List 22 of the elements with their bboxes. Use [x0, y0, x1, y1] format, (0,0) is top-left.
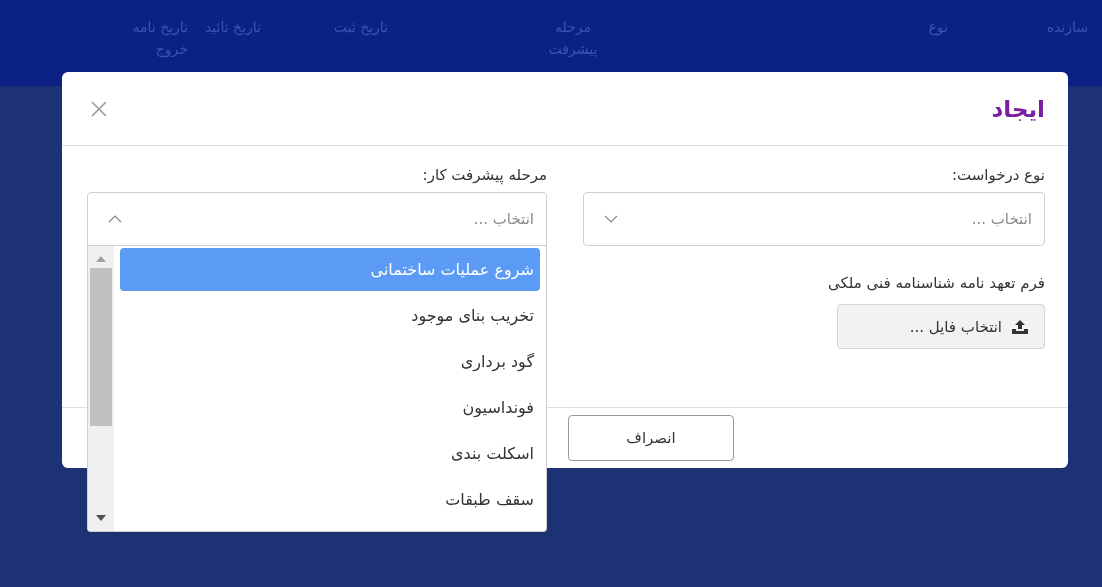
dropdown-option[interactable]: سقف طبقات	[120, 478, 540, 521]
dropdown-option[interactable]: شروع عملیات ساختمانی	[120, 248, 540, 291]
scroll-up-icon	[96, 256, 106, 262]
dialog-title: ایجاد	[991, 95, 1045, 122]
dropdown-option[interactable]: گود برداری	[120, 340, 540, 383]
close-button[interactable]	[90, 99, 108, 118]
close-icon	[90, 99, 108, 118]
field-label: فرم تعهد نامه شناسنامه فنی ملکی	[827, 274, 1045, 294]
dropdown-option[interactable]: اسکلت بندی	[120, 432, 540, 475]
field-label: نوع درخواست:	[950, 166, 1045, 186]
file-button[interactable]: انتخاب فایل ...	[837, 304, 1045, 349]
chevron-down-icon	[604, 215, 618, 223]
upload-icon	[1012, 319, 1028, 334]
select-field[interactable]: انتخاب ...	[87, 192, 547, 246]
chevron-up-icon	[108, 215, 122, 223]
select-field[interactable]: انتخاب ...	[583, 192, 1045, 246]
cancel-button[interactable]: انصراف	[568, 415, 734, 461]
scroll-down-icon	[96, 515, 106, 521]
field-label: مرحله پیشرفت کار:	[421, 166, 547, 187]
dropdown-option[interactable]: فونداسیون	[120, 386, 540, 429]
dropdown-option[interactable]: تخریب بنای موجود	[120, 294, 540, 337]
scrollbar[interactable]	[88, 246, 114, 531]
